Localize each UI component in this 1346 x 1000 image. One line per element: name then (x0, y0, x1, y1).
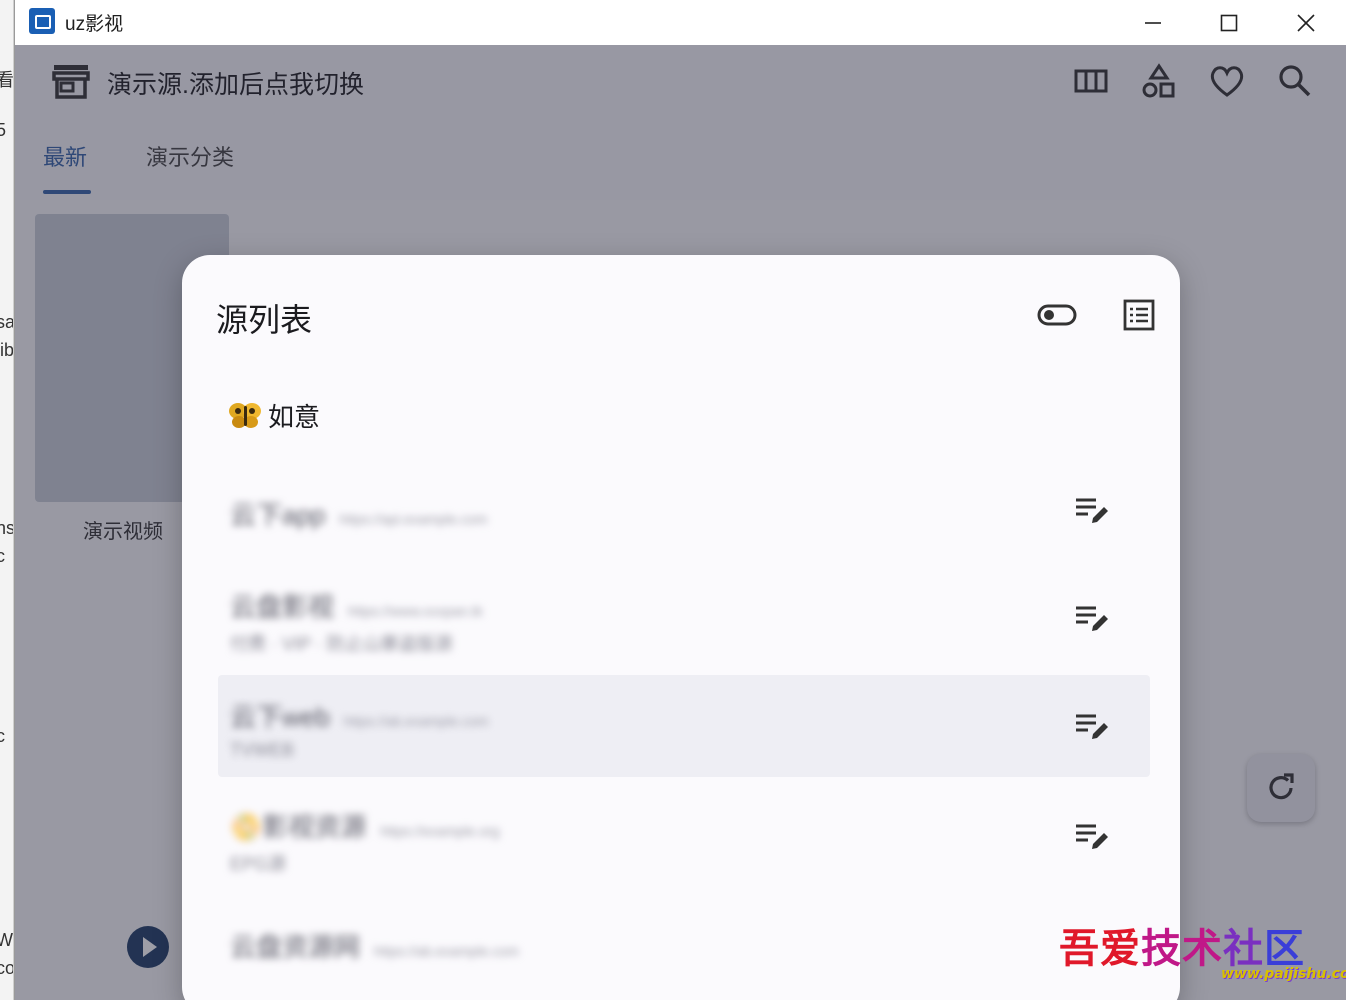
list-view-icon (1123, 299, 1155, 331)
strip-text: ns (0, 518, 13, 539)
edit-note-icon (1076, 606, 1108, 631)
source-row[interactable]: 云盘资源网 https://ab.example.com (218, 915, 1150, 987)
toggle-button[interactable] (1035, 293, 1079, 337)
strip-text: 看 (0, 66, 13, 92)
background-window-strip: 看 5 sa lib ns c c W co (0, 0, 14, 1000)
source-subtitle: EPG源 (230, 854, 287, 874)
maximize-button[interactable] (1192, 0, 1266, 45)
strip-text: c (0, 726, 5, 747)
source-name: 📀影视资源 (230, 812, 367, 842)
source-name: 云下app (230, 500, 326, 530)
edit-note-icon (1076, 498, 1108, 523)
source-text: 📀影视资源 https://example.org EPG源 (230, 807, 499, 876)
source-list-dialog: 源列表 如意 云下app https://api.example.com 云盘影视… (182, 255, 1180, 1000)
app-window: uz影视 演示源.添加后点我切换 最新 演示分类 演示视频 源列表 如意 云下a… (14, 0, 1346, 1000)
source-text: 云盘资源网 https://ab.example.com (230, 927, 519, 964)
app-logo-icon (29, 8, 55, 34)
edit-note-icon (1076, 824, 1108, 849)
watermark-logo: 吾爱技术社区 www.paijishu.com (1055, 916, 1346, 986)
strip-text: W (0, 930, 13, 951)
source-url: https://example.org (380, 823, 500, 839)
source-row[interactable]: 云下app https://api.example.com (218, 475, 1150, 547)
source-name: 云下web (230, 702, 330, 732)
source-name: 云盘资源网 (230, 932, 361, 962)
toggle-icon (1037, 304, 1077, 326)
source-row[interactable]: 📀影视资源 https://example.org EPG源 (218, 791, 1150, 887)
source-text: 云下app https://api.example.com (230, 495, 487, 532)
maximize-icon (1220, 14, 1238, 31)
source-name: 云盘影视 (230, 592, 335, 622)
strip-text: lib (0, 340, 14, 360)
title-bar[interactable]: uz影视 (15, 0, 1346, 45)
watermark-url: www.paijishu.com (1221, 966, 1346, 982)
edit-note-icon (1076, 714, 1108, 739)
source-subtitle: TVWEB (230, 740, 295, 760)
source-url: https://ab.example.com (343, 713, 489, 729)
source-text: 云下web https://ab.example.com TVWEB (230, 697, 488, 761)
source-text: 云盘影视 https://www.xxxpan.tk 付费 · VIP · 防止山… (230, 587, 483, 656)
strip-text: 5 (0, 120, 6, 141)
dialog-title: 源列表 (216, 302, 313, 338)
edit-source-button[interactable] (1070, 597, 1114, 641)
source-subtitle: 付费 · VIP · 防止山寨盗版源 (230, 634, 453, 654)
strip-text: c (0, 546, 5, 567)
source-group-header: 如意 (228, 395, 320, 435)
strip-text: sa (0, 312, 13, 333)
source-row[interactable]: 云盘影视 https://www.xxxpan.tk 付费 · VIP · 防止山… (218, 573, 1150, 663)
strip-text: co (0, 958, 13, 979)
edit-source-button[interactable] (1070, 705, 1114, 749)
window-title: uz影视 (65, 14, 124, 35)
close-icon (1297, 13, 1315, 32)
list-view-button[interactable] (1117, 293, 1161, 337)
close-button[interactable] (1269, 0, 1343, 45)
source-row-highlighted[interactable]: 云下web https://ab.example.com TVWEB (218, 675, 1150, 777)
group-label: 如意 (268, 401, 321, 432)
minimize-icon (1145, 21, 1161, 24)
edit-source-button[interactable] (1070, 489, 1114, 533)
source-url: https://ab.example.com (374, 943, 519, 959)
source-url: https://www.xxxpan.tk (348, 603, 483, 619)
source-url: https://api.example.com (339, 511, 488, 527)
edit-source-button[interactable] (1070, 815, 1114, 859)
minimize-button[interactable] (1116, 0, 1190, 45)
butterfly-emoji-icon (228, 400, 262, 430)
